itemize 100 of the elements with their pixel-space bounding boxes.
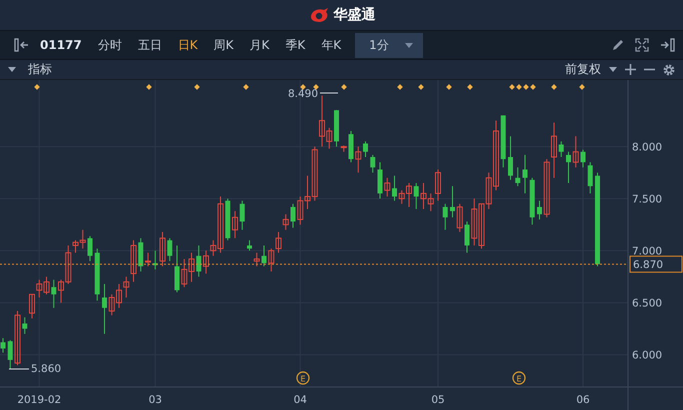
leader-line [320, 92, 338, 94]
candlestick [414, 182, 419, 210]
current-price-label: 6.870 [633, 259, 664, 272]
candlestick [456, 203, 463, 232]
date-axis-label: 2019-02 [17, 394, 62, 406]
date-axis-label: 03 [148, 394, 162, 406]
candlestick [435, 169, 441, 202]
caret-icon[interactable] [609, 67, 617, 72]
caret-icon[interactable] [8, 67, 16, 72]
candlestick [268, 248, 274, 272]
candlestick [8, 340, 13, 370]
candlestick [384, 177, 390, 198]
fullscreen-icon[interactable] [635, 38, 649, 52]
event-marker-icon[interactable] [397, 84, 403, 90]
candlestick [588, 162, 593, 194]
event-marker-icon[interactable] [194, 84, 200, 90]
period-tab[interactable]: 季K [279, 34, 312, 56]
candlestick [232, 210, 238, 239]
candlestick [544, 158, 550, 218]
leader-line [8, 368, 30, 370]
period-tab[interactable]: 五日 [132, 34, 168, 56]
candlestick [14, 310, 20, 366]
candlestick [355, 146, 362, 174]
settings-icon[interactable] [663, 64, 675, 76]
candlestick [537, 200, 542, 220]
earnings-marker[interactable]: E [512, 371, 526, 385]
candlestick [174, 244, 180, 293]
app-title: 华盛通 [334, 6, 376, 24]
candlestick [254, 252, 260, 267]
candlestick [167, 238, 172, 262]
date-axis-label: 04 [294, 394, 307, 406]
event-marker-icon[interactable] [551, 84, 557, 90]
plus-icon[interactable] [625, 64, 636, 75]
candlestick [363, 140, 368, 158]
date-axis-label: 05 [431, 394, 445, 406]
candlestick [566, 151, 571, 184]
candlestick [392, 175, 397, 202]
event-marker-icon[interactable] [530, 84, 536, 90]
candlestick [580, 149, 586, 168]
pencil-icon[interactable] [611, 38, 625, 52]
candlestick [0, 338, 6, 354]
period-tab[interactable]: 分时 [92, 34, 128, 56]
adjustment-label[interactable]: 前复权 [565, 61, 601, 78]
candlestick [29, 294, 35, 319]
candlestick [522, 154, 528, 194]
candlestick [282, 214, 289, 230]
candlestick [102, 283, 107, 334]
candlestick [262, 244, 266, 267]
candlestick [572, 136, 579, 168]
earnings-marker[interactable]: E [296, 371, 310, 385]
event-marker-icon[interactable] [523, 84, 529, 90]
candlestick [130, 240, 136, 282]
candlestick [145, 252, 151, 267]
period-tab[interactable]: 日K [172, 34, 204, 56]
candlestick [370, 154, 376, 174]
price-axis-label: 6.500 [632, 298, 662, 310]
indicator-label[interactable]: 指标 [28, 61, 52, 78]
event-marker-icon[interactable] [418, 84, 424, 90]
candlestick [378, 162, 382, 200]
event-marker-icon[interactable] [509, 84, 515, 90]
collapse-left-icon[interactable] [14, 38, 30, 52]
event-marker-icon[interactable] [341, 84, 347, 90]
event-marker-icon[interactable] [313, 84, 319, 90]
candlestick [160, 231, 166, 267]
high-price-label: 8.490 [288, 88, 318, 100]
candlestick [442, 203, 448, 230]
event-marker-icon[interactable] [146, 84, 152, 90]
event-marker-icon[interactable] [516, 84, 522, 90]
candlestick [276, 231, 282, 254]
candlestick [123, 276, 130, 298]
period-tab[interactable]: 月K [244, 34, 276, 56]
candlestick [515, 166, 520, 187]
candlestick [203, 250, 209, 274]
event-marker-icon[interactable] [300, 84, 306, 90]
candlestick [508, 136, 513, 180]
stock-code: 01177 [40, 38, 82, 52]
event-marker-icon[interactable] [243, 84, 249, 90]
candlestick [450, 186, 455, 218]
candlestick [88, 236, 92, 262]
event-marker-icon[interactable] [579, 84, 585, 90]
candlestick [240, 200, 245, 230]
caret-icon [404, 42, 413, 48]
period-tab[interactable]: 周K [208, 34, 240, 56]
candlestick [138, 238, 144, 272]
low-price-label: 5.860 [31, 363, 62, 375]
event-marker-icon[interactable] [467, 84, 473, 90]
candlestick [247, 240, 252, 252]
event-marker-icon[interactable] [34, 84, 40, 90]
candlestick [22, 316, 28, 334]
interval-dropdown[interactable]: 1分 [355, 32, 423, 58]
date-axis-label: 06 [576, 394, 590, 406]
price-axis-label: 8.000 [632, 142, 662, 154]
price-axis-label: 7.000 [632, 246, 662, 258]
price-axis-label: 7.500 [632, 194, 662, 206]
candlestick [196, 244, 202, 278]
event-marker-icon[interactable] [446, 84, 452, 90]
period-tab[interactable]: 年K [315, 34, 348, 56]
candlestick [558, 140, 564, 158]
candlestick [290, 203, 296, 228]
collapse-right-icon[interactable] [659, 38, 675, 52]
